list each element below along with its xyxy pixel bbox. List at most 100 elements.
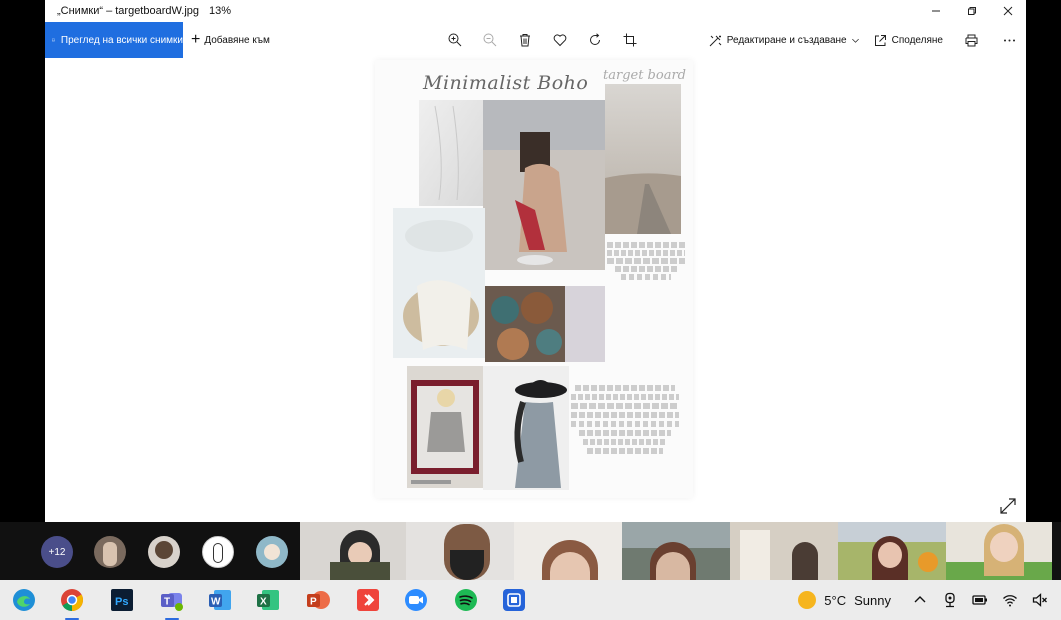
- svg-text:Ps: Ps: [115, 596, 128, 608]
- zoom-in-icon: [448, 33, 461, 47]
- window-title: „Снимки“ – targetboardW.jpg: [57, 5, 200, 17]
- participant-avatar[interactable]: [148, 536, 180, 568]
- trash-icon: [519, 34, 530, 47]
- weather-widget[interactable]: 5°C Sunny: [798, 591, 891, 609]
- edge-app[interactable]: [12, 588, 36, 612]
- more-icon: [1004, 39, 1015, 41]
- participant-avatar[interactable]: [202, 536, 234, 568]
- weather-temperature: 5°C: [824, 592, 847, 608]
- svg-text:W: W: [211, 597, 221, 608]
- sun-icon: [798, 591, 817, 609]
- wifi-icon: [1003, 595, 1017, 607]
- chrome-app[interactable]: [60, 588, 84, 620]
- restore-icon: [968, 7, 976, 15]
- volume-muted-icon: [1032, 593, 1047, 607]
- excel-app[interactable]: X: [256, 588, 280, 612]
- video-call-strip: +12: [0, 522, 1061, 580]
- add-to-label: Добавяне към: [204, 34, 270, 46]
- participant-video[interactable]: [838, 522, 946, 580]
- right-toolbar: Редактиране и създаване Споделяне: [695, 22, 1016, 58]
- battery-button[interactable]: [965, 592, 995, 608]
- chrome-icon: [61, 589, 83, 611]
- app-icon[interactable]: [502, 588, 526, 612]
- photos-toolbar: Преглед на всички снимки + Добавяне към: [45, 22, 1026, 58]
- edit-create-button[interactable]: Редактиране и създаване: [709, 34, 860, 47]
- close-icon: [1003, 6, 1013, 16]
- favorite-button[interactable]: [542, 22, 577, 58]
- crop-icon: [623, 33, 636, 47]
- participant-video[interactable]: [622, 522, 730, 580]
- chevron-up-icon: [914, 596, 926, 603]
- share-button[interactable]: Споделяне: [874, 34, 943, 47]
- more-participants-count: +12: [48, 546, 66, 558]
- participant-video[interactable]: [946, 522, 1052, 580]
- close-button[interactable]: [990, 0, 1026, 22]
- media-app-icon: [503, 589, 525, 611]
- view-all-photos-label: Преглед на всички снимки: [60, 34, 183, 46]
- tray-app-button[interactable]: [935, 592, 965, 608]
- teams-icon: T: [161, 593, 183, 611]
- zoom-out-icon: [483, 33, 496, 47]
- edge-icon: [13, 589, 35, 611]
- title-bar: „Снимки“ – targetboardW.jpg 13%: [45, 0, 1026, 22]
- participant-video[interactable]: [730, 522, 838, 580]
- anydesk-app[interactable]: [356, 588, 380, 612]
- anydesk-icon: [357, 589, 379, 611]
- svg-text:X: X: [260, 597, 267, 608]
- volume-button[interactable]: [1025, 592, 1055, 608]
- rotate-icon: [589, 33, 600, 45]
- board-caption-right: [607, 240, 685, 282]
- rotate-button[interactable]: [577, 22, 612, 58]
- webcam-icon: [945, 592, 955, 608]
- weather-description: Sunny: [854, 592, 891, 608]
- zoom-level: 13%: [209, 5, 232, 17]
- more-participants-badge[interactable]: +12: [41, 536, 73, 568]
- participant-video[interactable]: [300, 522, 406, 580]
- print-button[interactable]: [965, 34, 983, 47]
- show-hidden-icons-button[interactable]: [905, 592, 935, 608]
- edit-create-label: Редактиране и създаване: [726, 34, 847, 46]
- add-to-button[interactable]: + Добавяне към: [191, 22, 270, 58]
- taskbar: Ps T W X P 5°C Sunny: [0, 580, 1061, 620]
- chevron-down-icon: [851, 38, 859, 43]
- heart-icon: [553, 34, 566, 47]
- edit-create-icon: [709, 35, 722, 46]
- photoshop-app[interactable]: Ps: [110, 588, 134, 612]
- minimize-button[interactable]: [918, 0, 954, 22]
- moodboard-image: Minimalist Boho target board: [375, 60, 693, 498]
- word-app[interactable]: W: [208, 588, 232, 612]
- view-all-photos-button[interactable]: Преглед на всички снимки: [45, 22, 183, 58]
- maximize-button[interactable]: [954, 0, 990, 22]
- participant-avatar[interactable]: [94, 536, 126, 568]
- zoom-out-button[interactable]: [472, 22, 507, 58]
- delete-button[interactable]: [507, 22, 542, 58]
- share-icon: [874, 34, 886, 46]
- participant-video[interactable]: [406, 522, 514, 580]
- printer-icon: [965, 34, 978, 46]
- window-controls: [918, 0, 1026, 22]
- powerpoint-app[interactable]: P: [306, 588, 330, 612]
- word-icon: W: [209, 590, 231, 610]
- spotify-app[interactable]: [454, 588, 478, 612]
- plus-icon: +: [191, 31, 201, 48]
- image-tools: [437, 22, 647, 58]
- board-caption-bottom: [571, 382, 679, 457]
- fullscreen-icon[interactable]: [1000, 498, 1016, 514]
- teams-app[interactable]: T: [160, 588, 184, 620]
- board-title: Minimalist Boho: [423, 72, 589, 94]
- zoom-icon: [405, 589, 427, 611]
- participant-video[interactable]: [514, 522, 622, 580]
- zoom-in-button[interactable]: [437, 22, 472, 58]
- svg-text:P: P: [310, 597, 317, 608]
- image-canvas[interactable]: Minimalist Boho target board: [45, 58, 1026, 522]
- crop-button[interactable]: [612, 22, 647, 58]
- battery-icon: [972, 595, 987, 605]
- participant-avatar[interactable]: [256, 536, 288, 568]
- svg-text:T: T: [164, 597, 170, 608]
- more-options-button[interactable]: [1003, 34, 1016, 47]
- network-button[interactable]: [995, 592, 1025, 608]
- spotify-icon: [455, 589, 477, 611]
- zoom-app[interactable]: [404, 588, 428, 612]
- system-tray: 5°C Sunny: [798, 580, 1061, 620]
- board-subtitle: target board: [603, 68, 686, 83]
